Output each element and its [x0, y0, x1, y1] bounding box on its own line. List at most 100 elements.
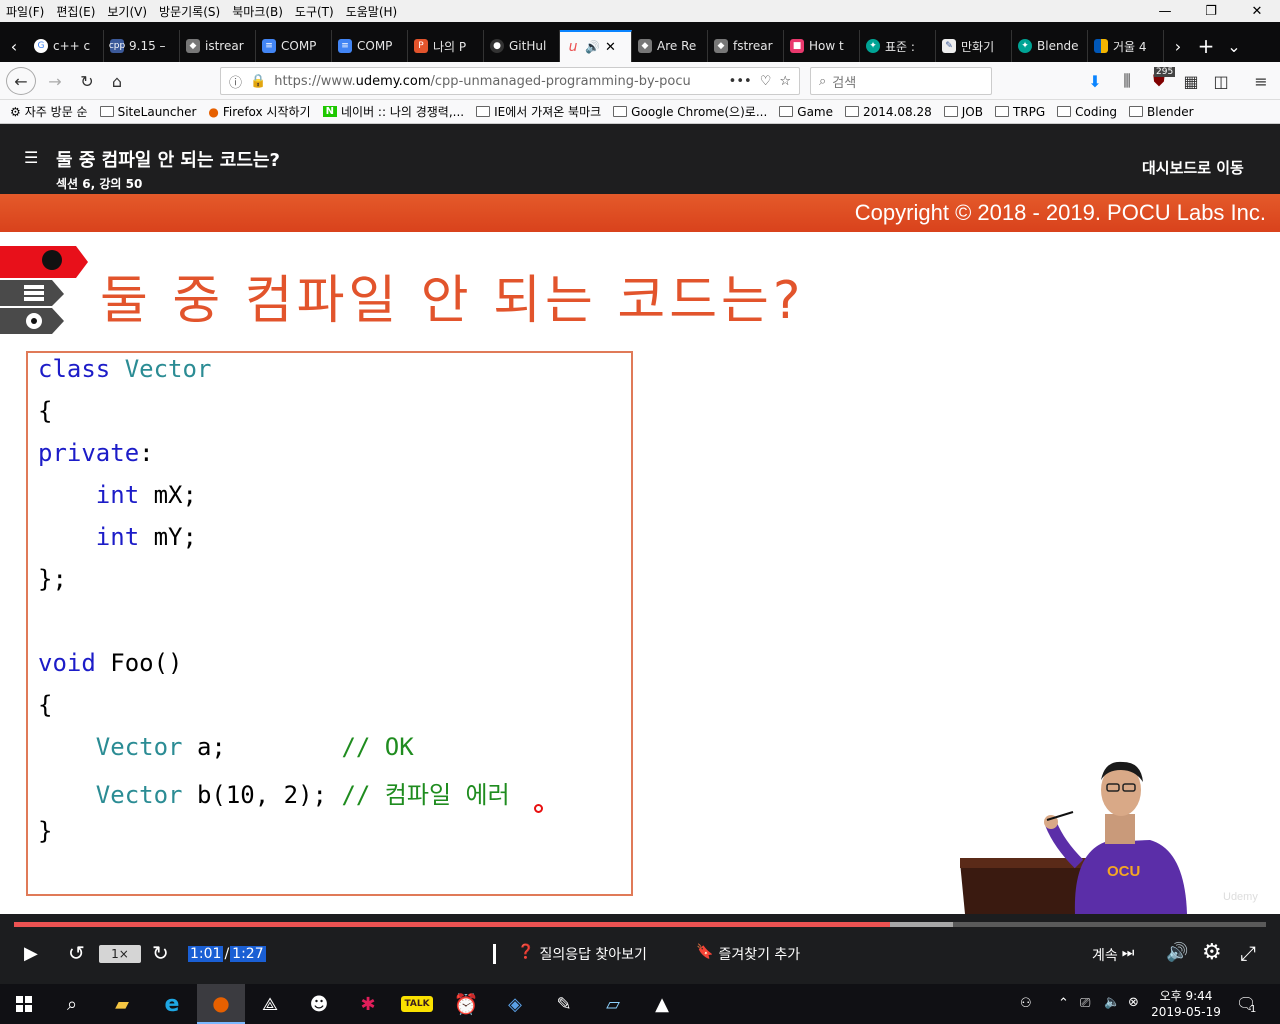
video-player[interactable]: Copyright © 2018 - 2019. POCU Labs Inc. …	[0, 194, 1280, 914]
app-icon[interactable]: ☻	[295, 984, 343, 1024]
clock-time[interactable]: 오후 9:44	[1150, 987, 1222, 1004]
download-icon[interactable]: ⬇	[1080, 67, 1110, 95]
status-icon[interactable]: ⊗	[1128, 995, 1139, 1010]
bookmark-item[interactable]: Google Chrome(으)로...	[613, 103, 767, 120]
dashboard-link[interactable]: 대시보드로 이동	[1142, 157, 1244, 178]
qa-button[interactable]: ❓ 질의응답 찾아보기	[517, 944, 647, 964]
ublock-icon[interactable]: ⛊ 295	[1144, 67, 1176, 95]
minimize-icon[interactable]: —	[1142, 0, 1188, 22]
tab-list-icon[interactable]: ⌄	[1220, 30, 1248, 62]
reload-icon[interactable]: ↻	[72, 67, 102, 95]
menu-file[interactable]: 파일(F)	[0, 3, 50, 20]
windows-start-icon[interactable]	[0, 984, 48, 1024]
url-bar[interactable]: ⓘ 🔒 https://www.udemy.com/cpp-unmanaged-…	[220, 67, 800, 95]
bookmark-item[interactable]: N 네이버 :: 나의 경쟁력,...	[322, 103, 464, 120]
hamburger-menu-icon[interactable]: ≡	[1246, 67, 1276, 95]
tab-scroll-left-icon[interactable]: ‹	[0, 30, 28, 62]
clock-icon[interactable]: ⏰	[442, 984, 490, 1024]
bookmark-item[interactable]: 2014.08.28	[845, 105, 932, 119]
play-icon[interactable]: ▶	[24, 943, 38, 964]
tab[interactable]: ● GitHul	[484, 30, 560, 62]
volume-icon[interactable]: 🔈	[1104, 995, 1120, 1010]
bookmark-label: Coding	[1075, 104, 1118, 119]
speaker-icon[interactable]: 🔊	[585, 40, 600, 54]
forward-icon[interactable]: ↻	[152, 941, 169, 965]
tab[interactable]: ■ How t	[784, 30, 860, 62]
paint-icon[interactable]: ✎	[540, 984, 588, 1024]
tab-scroll-right-icon[interactable]: ›	[1164, 30, 1192, 62]
unity-icon[interactable]: ⟁	[246, 984, 294, 1024]
tab[interactable]: ≡ COMP	[256, 30, 332, 62]
photos-icon[interactable]: ▲	[638, 984, 686, 1024]
url-path: /cpp-unmanaged-programming-by-pocu	[430, 73, 691, 89]
tab[interactable]: ◆ fstrear	[708, 30, 784, 62]
tab[interactable]: ◆ istrear	[180, 30, 256, 62]
continue-button[interactable]: 계속 ⏭	[1092, 945, 1134, 965]
bookmark-item[interactable]: Blender	[1129, 105, 1194, 119]
bookmark-item[interactable]: JOB	[943, 105, 983, 119]
slack-icon[interactable]: ✱	[344, 984, 392, 1024]
close-window-icon[interactable]: ✕	[1234, 0, 1280, 22]
menu-tools[interactable]: 도구(T)	[289, 3, 340, 20]
menu-edit[interactable]: 편집(E)	[50, 3, 101, 20]
tab[interactable]: ✦ Blende	[1012, 30, 1088, 62]
bookmark-item[interactable]: ● Firefox 시작하기	[208, 103, 310, 120]
menu-view[interactable]: 보기(V)	[101, 3, 153, 20]
visual-studio-icon[interactable]: ◈	[491, 984, 539, 1024]
tab[interactable]: ✎ 만화기	[936, 30, 1012, 62]
tab[interactable]: P 나의 P	[408, 30, 484, 62]
home-icon[interactable]: ⌂	[102, 67, 132, 95]
tab[interactable]: 거울 4	[1088, 30, 1164, 62]
bookmark-label: SiteLauncher	[117, 104, 197, 119]
restore-icon[interactable]: ❐	[1188, 0, 1234, 22]
bookmark-item[interactable]: SiteLauncher	[99, 104, 197, 119]
bookmark-item[interactable]: TRPG	[994, 105, 1045, 119]
clock-date[interactable]: 2019-05-19	[1150, 1005, 1222, 1019]
bookmark-item[interactable]: Game	[779, 105, 833, 119]
menu-bookmarks[interactable]: 북마크(B)	[226, 3, 289, 20]
tab[interactable]: ✦ 표준 :	[860, 30, 936, 62]
bookmark-item[interactable]: IE에서 가져온 북마크	[476, 103, 601, 120]
library-icon[interactable]: ⫼	[1112, 67, 1142, 95]
progress-bar[interactable]	[14, 922, 1266, 927]
forward-icon[interactable]: →	[40, 67, 70, 95]
curriculum-list-icon[interactable]: ☰	[24, 148, 38, 167]
file-explorer-icon[interactable]: ▰	[98, 984, 146, 1024]
tab[interactable]: ◆ Are Re	[632, 30, 708, 62]
network-icon[interactable]: ⎚	[1080, 996, 1090, 1011]
bookmark-label: 즐겨찾기 추가	[718, 947, 801, 963]
fullscreen-icon[interactable]: ⤢	[1240, 941, 1256, 965]
new-tab-icon[interactable]: +	[1192, 30, 1220, 62]
star-icon[interactable]: ☆	[779, 74, 791, 89]
tab-active[interactable]: u 🔊 ✕	[560, 30, 632, 62]
tab[interactable]: Gc++ c	[28, 30, 104, 62]
bookmark-item[interactable]: Coding	[1057, 105, 1117, 119]
ie-icon[interactable]: e	[148, 984, 196, 1024]
info-icon[interactable]: ⓘ	[229, 72, 242, 91]
search-icon[interactable]: ⌕	[48, 984, 96, 1024]
extension-icon[interactable]: ▦	[1176, 67, 1206, 95]
tab[interactable]: cpp 9.15 –	[104, 30, 180, 62]
search-placeholder: 검색	[832, 75, 857, 91]
people-icon[interactable]: ⚇	[1020, 996, 1032, 1011]
notebook-icon[interactable]: ▱	[589, 984, 637, 1024]
volume-icon[interactable]: 🔊	[1166, 942, 1188, 963]
pocket-icon[interactable]: ♡	[760, 74, 772, 89]
page-actions-icon[interactable]: •••	[729, 74, 752, 89]
menu-history[interactable]: 방문기록(S)	[153, 3, 226, 20]
close-tab-icon[interactable]: ✕	[605, 40, 616, 55]
add-bookmark-button[interactable]: 🔖 즐겨찾기 추가	[696, 944, 800, 964]
search-input[interactable]: ⌕ 검색	[810, 67, 992, 95]
rewind-icon[interactable]: ↺	[68, 941, 85, 965]
firefox-icon[interactable]: ●	[197, 984, 245, 1024]
bookmark-item[interactable]: ⚙ 자주 방문 순	[10, 103, 88, 120]
playback-speed-button[interactable]: 1×	[99, 945, 141, 963]
tray-expand-icon[interactable]: ⌃	[1058, 996, 1069, 1011]
menu-help[interactable]: 도움말(H)	[340, 3, 404, 20]
kakaotalk-icon[interactable]: TALK	[393, 984, 441, 1024]
tab[interactable]: ≡ COMP	[332, 30, 408, 62]
sidebar-icon[interactable]: ◫	[1206, 67, 1236, 95]
settings-icon[interactable]: ⚙	[1202, 940, 1222, 965]
back-icon[interactable]: ←	[6, 67, 36, 95]
folder-icon	[943, 106, 958, 117]
